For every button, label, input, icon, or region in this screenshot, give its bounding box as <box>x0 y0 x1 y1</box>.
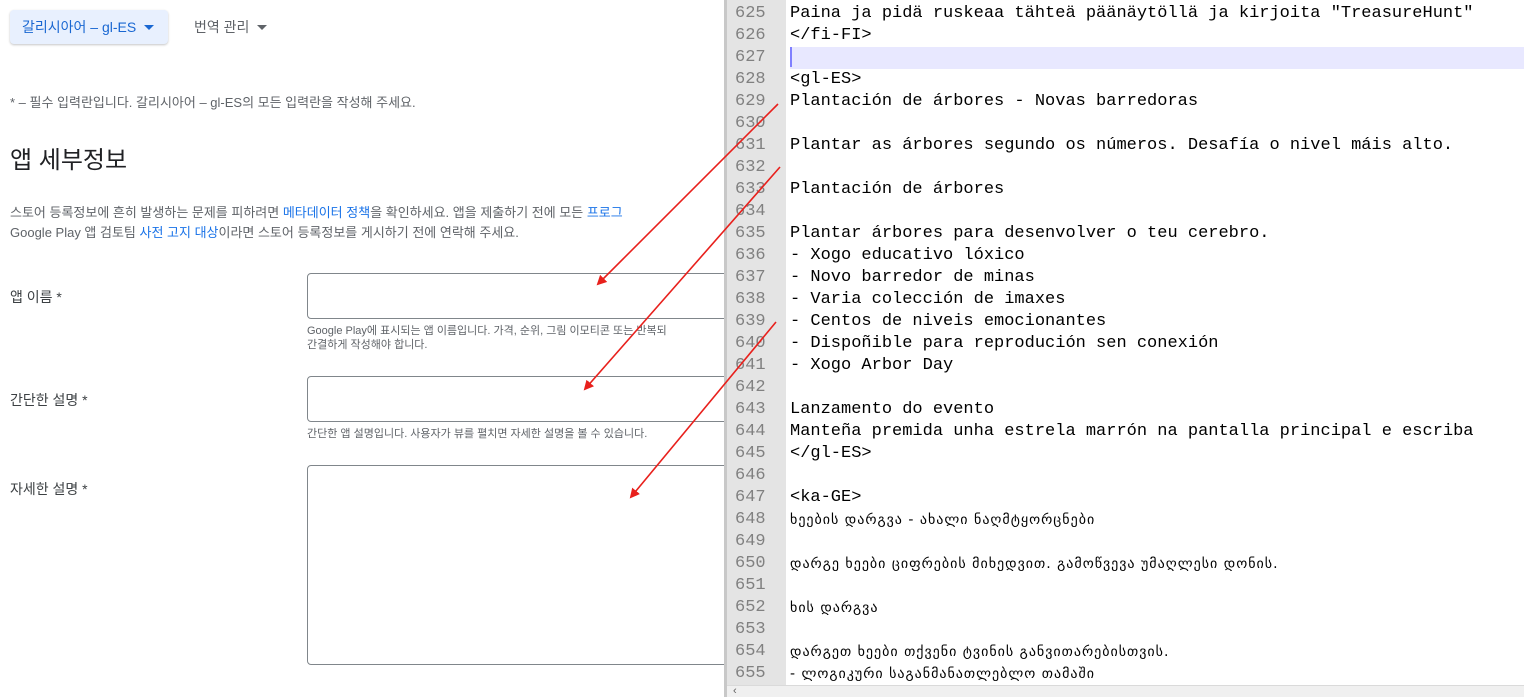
code-line[interactable] <box>790 465 1524 487</box>
code-line[interactable] <box>790 157 1524 179</box>
advance-notice-link[interactable]: 사전 고지 대상 <box>140 225 219 240</box>
code-line[interactable]: - ლოგიკური საგანმანათლებლო თამაში <box>790 663 1524 685</box>
line-number: 651 <box>735 576 766 595</box>
metadata-policy-link[interactable]: 메타데이터 정책 <box>283 205 370 220</box>
code-line[interactable] <box>790 619 1524 641</box>
code-line[interactable]: <ka-GE> <box>790 487 1524 509</box>
code-line[interactable]: - Dispoñible para reprodución sen conexi… <box>790 333 1524 355</box>
text-editor[interactable]: 625 626 627 628 629 630 631 632 633 634 635 636 637 6… <box>724 0 1524 697</box>
app-name-help-line: Google Play에 표시되는 앱 이름입니다. 가격, 순위, 그림 이모… <box>307 325 667 337</box>
code-line[interactable] <box>790 47 1524 69</box>
line-number: 637 <box>735 268 766 287</box>
line-number: 626 <box>735 26 766 45</box>
full-description-textarea[interactable] <box>307 465 724 665</box>
policy-text: Google Play 앱 검토팀 <box>10 225 140 240</box>
short-description-help: 간단한 앱 설명입니다. 사용자가 뷰를 펼치면 자세한 설명을 볼 수 있습니… <box>307 428 648 440</box>
code-line[interactable] <box>790 377 1524 399</box>
code-line[interactable]: - Xogo educativo lóxico <box>790 245 1524 267</box>
required-fields-note: * – 필수 입력란입니다. 갈리시아어 – gl-ES의 모든 입력란을 작성… <box>10 95 416 110</box>
line-number: 635 <box>735 224 766 243</box>
code-line[interactable]: Paina ja pidä ruskeaa tähteä päänäytöllä… <box>790 3 1524 25</box>
policy-line-1: 스토어 등록정보에 흔히 발생하는 문제를 피하려면 메타데이터 정책을 확인하… <box>10 203 724 223</box>
code-line[interactable]: - Centos de niveis emocionantes <box>790 311 1524 333</box>
line-number: 641 <box>735 356 766 375</box>
code-line[interactable]: </fi-FI> <box>790 25 1524 47</box>
line-number: 628 <box>735 70 766 89</box>
short-description-input[interactable] <box>307 376 724 422</box>
code-line[interactable]: </gl-ES> <box>790 443 1524 465</box>
horizontal-scrollbar[interactable]: ‹ <box>727 685 1524 697</box>
chevron-down-icon <box>257 24 268 30</box>
code-line[interactable] <box>790 201 1524 223</box>
line-number: 644 <box>735 422 766 441</box>
short-description-label: 간단한 설명 * <box>10 392 88 408</box>
line-number: 629 <box>735 92 766 111</box>
manage-translations-menu[interactable]: 번역 관리 <box>194 10 268 44</box>
line-number: 639 <box>735 312 766 331</box>
text-cursor <box>790 47 792 67</box>
code-line[interactable]: ხის დარგვა <box>790 597 1524 619</box>
section-title: 앱 세부정보 <box>10 147 128 174</box>
code-line[interactable]: Plantar as árbores segundo os números. D… <box>790 135 1524 157</box>
play-console-panel: 갈리시아어 – gl-ES 번역 관리 * – 필수 입력란입니다. 갈리시아어… <box>0 0 724 697</box>
code-line[interactable]: დარგე ხეები ციფრების მიხედვით. გამოწვევა… <box>790 553 1524 575</box>
app-name-help-line: 간결하게 작성해야 합니다. <box>307 339 428 351</box>
line-number: 648 <box>735 510 766 529</box>
code-line[interactable] <box>790 531 1524 553</box>
line-number: 647 <box>735 488 766 507</box>
policy-notice: 스토어 등록정보에 흔히 발생하는 문제를 피하려면 메타데이터 정책을 확인하… <box>10 203 724 243</box>
line-number: 634 <box>735 202 766 221</box>
line-number: 645 <box>735 444 766 463</box>
line-number: 632 <box>735 158 766 177</box>
code-line[interactable]: დარგეთ ხეები თქვენი ტვინის განვითარებისთ… <box>790 641 1524 663</box>
line-number: 653 <box>735 620 766 639</box>
line-number: 643 <box>735 400 766 419</box>
line-number: 654 <box>735 642 766 661</box>
language-selector[interactable]: 갈리시아어 – gl-ES <box>10 10 169 44</box>
code-line[interactable]: ხეების დარგვა - ახალი ნაღმტყორცნები <box>790 509 1524 531</box>
policy-text: 을 확인하세요. 앱을 제출하기 전에 모든 <box>370 205 587 220</box>
line-number: 636 <box>735 246 766 265</box>
line-number: 646 <box>735 466 766 485</box>
code-line[interactable]: Lanzamento do evento <box>790 399 1524 421</box>
line-number: 652 <box>735 598 766 617</box>
code-line[interactable] <box>790 575 1524 597</box>
program-policy-link[interactable]: 프로그 <box>587 205 623 220</box>
code-line[interactable] <box>790 113 1524 135</box>
code-line[interactable]: Plantar árbores para desenvolver o teu c… <box>790 223 1524 245</box>
line-number: 640 <box>735 334 766 353</box>
line-number: 649 <box>735 532 766 551</box>
scroll-left-icon[interactable]: ‹ <box>733 686 737 697</box>
line-number: 633 <box>735 180 766 199</box>
line-number: 627 <box>735 48 766 67</box>
policy-text: 이라면 스토어 등록정보를 게시하기 전에 연락해 주세요. <box>218 225 519 240</box>
code-line[interactable]: - Novo barredor de minas <box>790 267 1524 289</box>
line-number: 638 <box>735 290 766 309</box>
full-description-label: 자세한 설명 * <box>10 481 88 497</box>
policy-line-2: Google Play 앱 검토팀 사전 고지 대상이라면 스토어 등록정보를 … <box>10 223 724 243</box>
app-name-input[interactable] <box>307 273 724 319</box>
code-line[interactable]: <gl-ES> <box>790 69 1524 91</box>
language-selector-label: 갈리시아어 – gl-ES <box>22 19 137 35</box>
line-number-gutter: 625 626 627 628 629 630 631 632 633 634 635 636 637 6… <box>727 0 786 686</box>
policy-text: 스토어 등록정보에 흔히 발생하는 문제를 피하려면 <box>10 205 283 220</box>
line-number: 625 <box>735 4 766 23</box>
line-number: 655 <box>735 664 766 683</box>
app-name-help: Google Play에 표시되는 앱 이름입니다. 가격, 순위, 그림 이모… <box>307 324 667 352</box>
line-number: 631 <box>735 136 766 155</box>
code-line[interactable]: - Xogo Arbor Day <box>790 355 1524 377</box>
line-number: 642 <box>735 378 766 397</box>
code-line[interactable]: - Varia colección de imaxes <box>790 289 1524 311</box>
line-number: 630 <box>735 114 766 133</box>
chevron-down-icon <box>144 24 155 30</box>
app-name-label: 앱 이름 * <box>10 289 62 305</box>
code-line[interactable]: Plantación de árbores - Novas barredoras <box>790 91 1524 113</box>
line-number: 650 <box>735 554 766 573</box>
code-line[interactable]: Manteña premida unha estrela marrón na p… <box>790 421 1524 443</box>
code-line[interactable]: Plantación de árbores <box>790 179 1524 201</box>
manage-translations-label: 번역 관리 <box>194 19 250 35</box>
